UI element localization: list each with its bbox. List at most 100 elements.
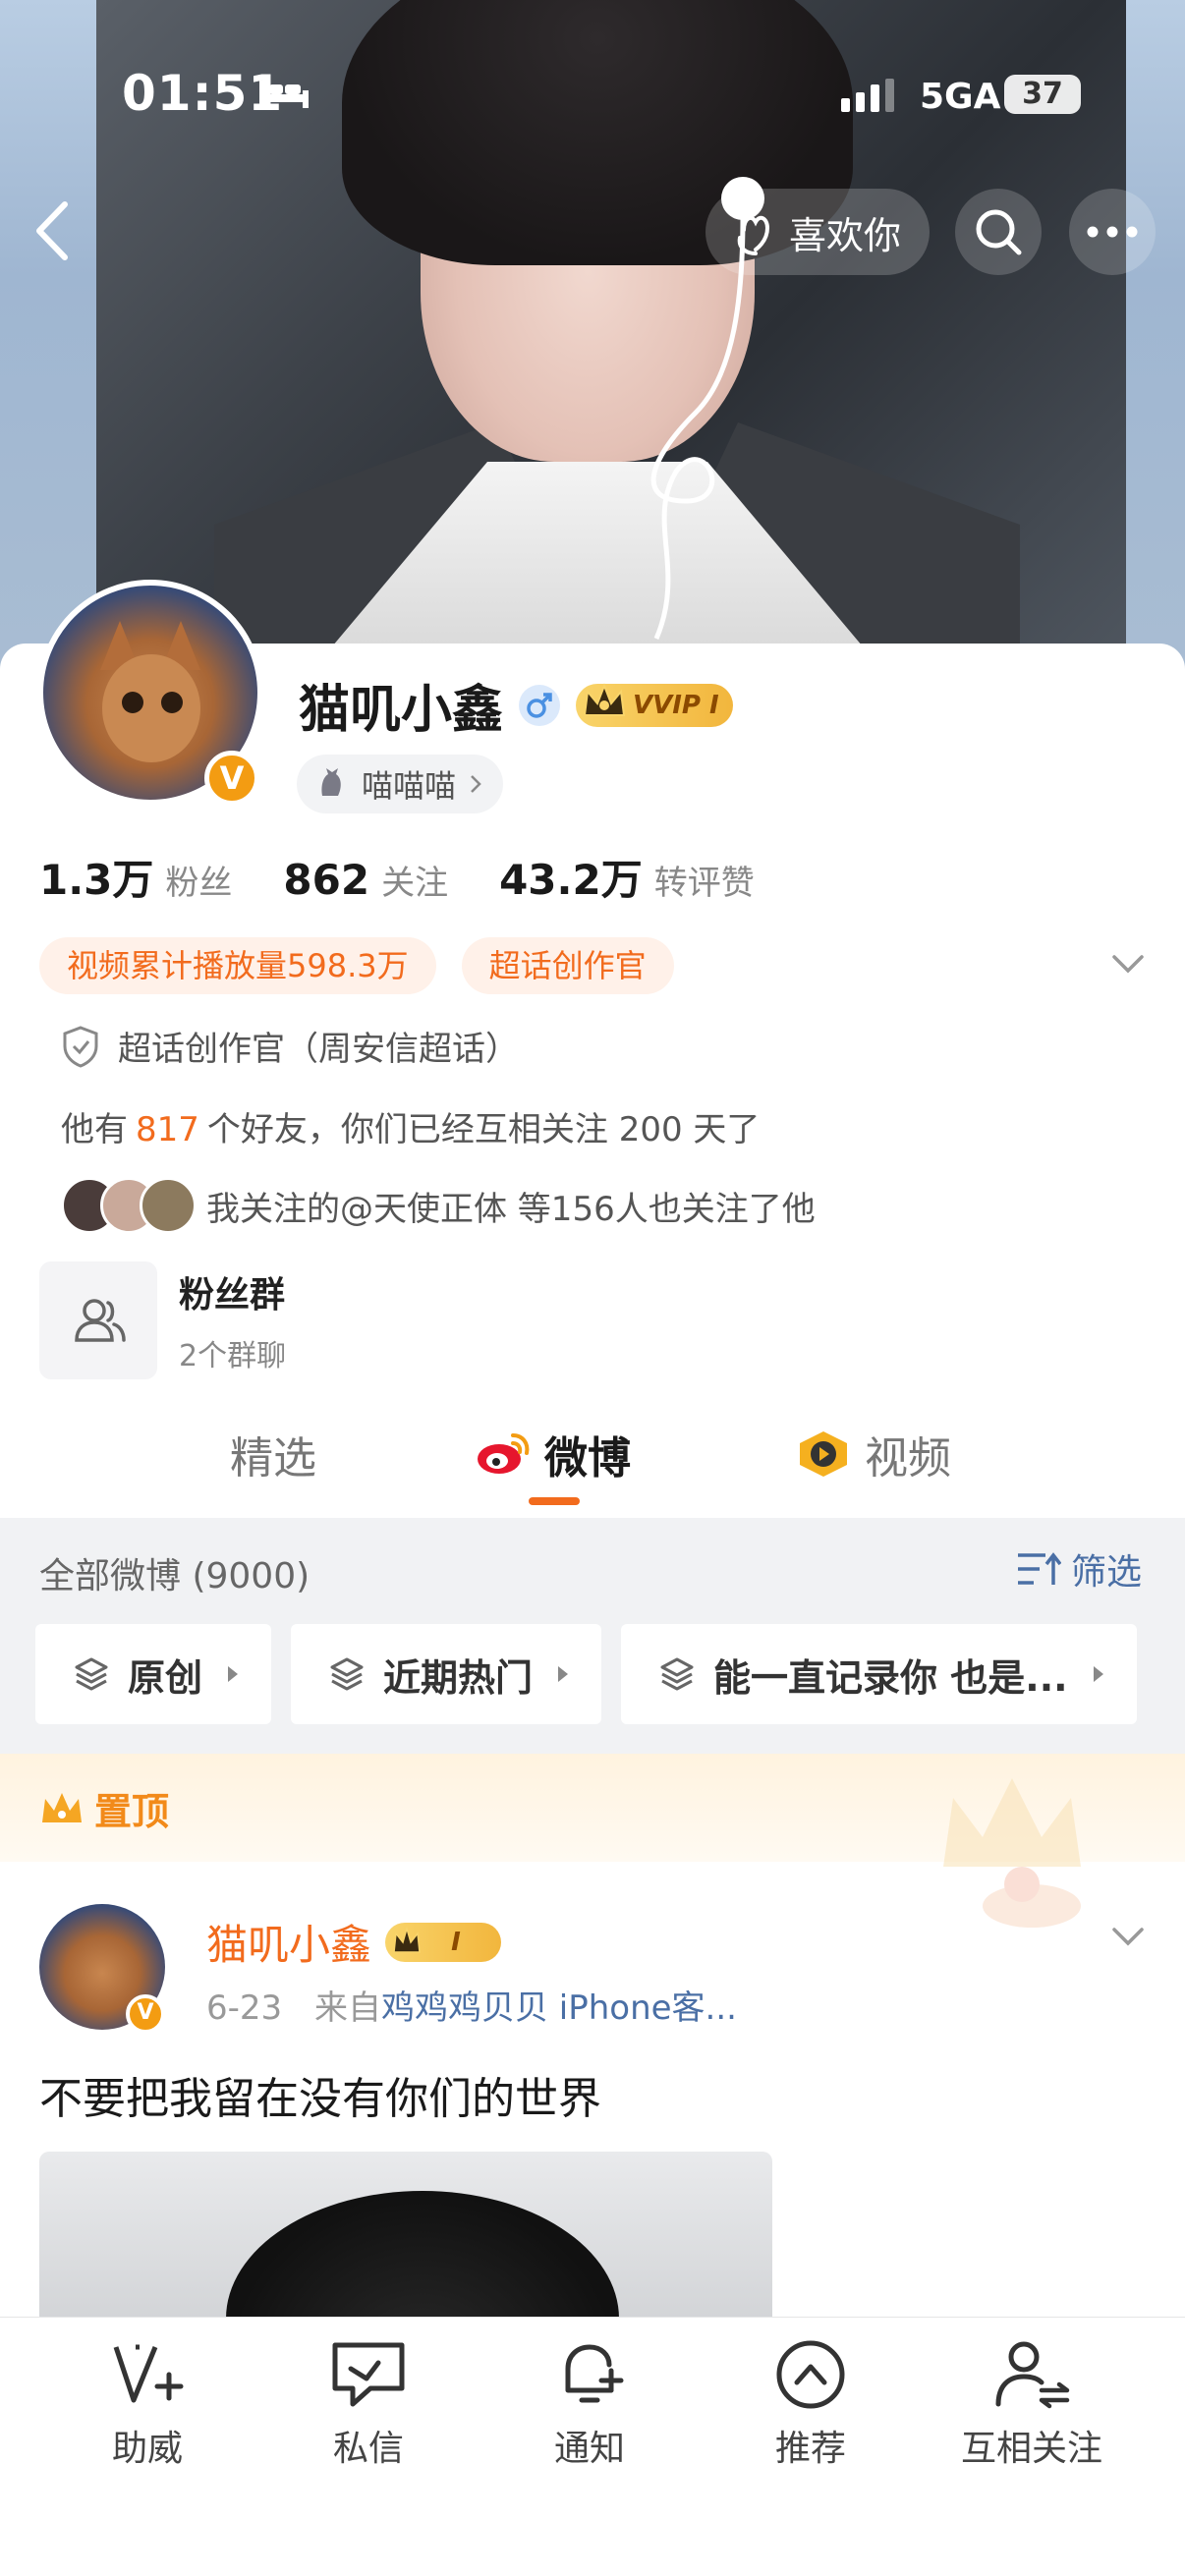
stat-following[interactable]: 862 关注 <box>283 856 448 904</box>
stat-number: 862 <box>283 856 370 904</box>
post-author-name[interactable]: 猫叽小鑫 <box>206 1912 371 1972</box>
mutual-follow-row[interactable]: 我关注的@天使正体 等156人也关注了他 <box>61 1177 816 1234</box>
layers-icon <box>75 1657 108 1691</box>
profile-tag-label: 喵喵喵 <box>362 767 457 805</box>
hand-heart-icon <box>737 215 769 255</box>
status-bar: 01:51 5GA 37 <box>0 0 1185 122</box>
caret-right-icon <box>558 1666 569 1682</box>
certification-text: 超话创作官（周安信超话） <box>118 1030 519 1069</box>
tab-weibo[interactable]: 微博 <box>476 1423 631 1485</box>
cellular-signal-icon <box>841 79 894 112</box>
layers-icon <box>660 1657 694 1691</box>
tab-video[interactable]: 视频 <box>796 1423 951 1485</box>
vvip-badge[interactable]: VVIP I <box>576 682 733 727</box>
notify-button[interactable]: 通知 <box>501 2335 678 2471</box>
video-play-icon <box>800 1431 847 1477</box>
filter-button[interactable]: 筛选 <box>1016 1543 1142 1595</box>
pinned-text: 置顶 <box>94 1790 170 1833</box>
chevron-down-icon[interactable] <box>1106 943 1150 986</box>
verified-v-badge: V <box>204 751 259 806</box>
vip-level: I <box>451 1927 461 1957</box>
video-plays-pill[interactable]: 视频累计播放量598.3万 <box>39 937 436 994</box>
stat-followers[interactable]: 1.3万 粉丝 <box>39 847 232 907</box>
bottom-bar-label: 推荐 <box>774 2429 846 2469</box>
bottom-bar-label: 通知 <box>553 2429 625 2469</box>
search-icon <box>976 209 1022 255</box>
profile-tag-chip[interactable]: 喵喵喵 <box>297 755 504 813</box>
decorative-crown-icon <box>943 1778 1081 1928</box>
chevron-right-icon <box>471 775 481 793</box>
achievement-pills: 视频累计播放量598.3万 超话创作官 <box>39 937 674 994</box>
active-tab-indicator <box>529 1497 580 1505</box>
tab-featured[interactable]: 精选 <box>230 1423 316 1485</box>
all-posts-count: 全部微博 (9000) <box>39 1556 310 1596</box>
cat-icon <box>321 768 341 796</box>
chip-collection[interactable]: 能一直记录你 也是... <box>621 1624 1137 1724</box>
friends-count: 817 <box>136 1110 199 1149</box>
caret-right-icon <box>228 1666 239 1682</box>
post-source[interactable]: 鸡鸡鸡贝贝 iPhone客... <box>381 1988 737 2028</box>
tab-label: 视频 <box>865 1433 951 1484</box>
tab-label: 微博 <box>544 1433 631 1484</box>
post-meta: 6-23 来自鸡鸡鸡贝贝 iPhone客... <box>206 1981 737 2029</box>
vip-badge[interactable]: I <box>385 1922 502 1962</box>
vvip-label: VVIP I <box>633 690 719 720</box>
more-dots-icon <box>1087 226 1138 238</box>
chip-recent-hot[interactable]: 近期热门 <box>291 1624 602 1724</box>
filter-sort-icon <box>1018 1552 1061 1585</box>
chevron-up-circle-icon <box>776 2340 845 2409</box>
friends-info[interactable]: 他有 817 个好友，你们已经互相关注 200 天了 <box>61 1102 760 1150</box>
male-gender-icon <box>519 684 561 726</box>
tab-label: 精选 <box>230 1433 316 1484</box>
crown-icon <box>42 1792 82 1822</box>
certification-row: 超话创作官（周安信超话） <box>61 1022 519 1070</box>
mutual-follow-text: 我关注的@天使正体 等156人也关注了他 <box>206 1189 816 1229</box>
bottom-bar-label: 助威 <box>111 2429 183 2469</box>
profile-name: 猫叽小鑫 <box>299 681 504 740</box>
profile-stats: 1.3万 粉丝 862 关注 43.2万 转评赞 <box>39 847 806 907</box>
filter-area: 全部微博 (9000) 筛选 原创 近期热门 能一直记录你 也是... <box>0 1518 1185 1754</box>
like-you-button[interactable]: 喜欢你 <box>705 189 930 275</box>
pinned-label: 置顶 <box>39 1781 169 1835</box>
post-author-row: 猫叽小鑫 I <box>206 1912 502 1972</box>
chip-original[interactable]: 原创 <box>35 1624 272 1724</box>
fan-group-entry[interactable]: 粉丝群 2个群聊 <box>39 1261 286 1379</box>
stat-interactions[interactable]: 43.2万 转评赞 <box>499 847 755 907</box>
battery-level: 37 <box>1004 75 1081 114</box>
post-source-prefix: 来自 <box>313 1988 381 2028</box>
chip-label: 能一直记录你 也是... <box>713 1655 1068 1700</box>
profile-tabs: 精选 微博 视频 <box>0 1375 1185 1515</box>
fan-group-subtitle: 2个群聊 <box>179 1339 287 1373</box>
mutual-follow-button[interactable]: 互相关注 <box>943 2335 1120 2471</box>
recommend-button[interactable]: 推荐 <box>722 2335 899 2471</box>
bottom-bar-label: 私信 <box>332 2429 404 2469</box>
network-type: 5GA <box>920 77 1001 117</box>
bottom-bar-label: 互相关注 <box>960 2429 1102 2469</box>
v-plus-icon <box>113 2344 184 2403</box>
avatar <box>140 1177 197 1234</box>
crown-icon <box>583 682 626 716</box>
fan-group-title: 粉丝群 <box>179 1275 286 1316</box>
profile-name-row: 猫叽小鑫 VVIP I <box>299 668 733 742</box>
sleep-focus-icon <box>259 81 309 108</box>
friends-suffix: 个好友，你们已经互相关注 200 天了 <box>206 1110 761 1149</box>
stat-number: 1.3万 <box>39 856 154 904</box>
message-button[interactable]: 私信 <box>280 2335 457 2471</box>
layers-icon <box>330 1657 364 1691</box>
more-button[interactable] <box>1069 189 1156 275</box>
weibo-logo-icon <box>478 1433 530 1474</box>
verified-v-badge: V <box>126 1994 165 2034</box>
cheer-button[interactable]: 助威 <box>59 2335 236 2471</box>
shield-check-icon <box>63 1025 98 1068</box>
chevron-down-icon[interactable] <box>1106 1916 1150 1959</box>
topic-creator-pill[interactable]: 超话创作官 <box>461 937 674 994</box>
stat-label: 关注 <box>381 864 449 903</box>
mutual-avatars <box>61 1177 198 1234</box>
back-arrow-icon[interactable] <box>28 196 79 265</box>
message-icon <box>332 2342 405 2407</box>
like-you-label: 喜欢你 <box>788 213 901 257</box>
mutual-follow-icon <box>995 2341 1070 2409</box>
chip-label: 近期热门 <box>383 1655 534 1700</box>
search-button[interactable] <box>955 189 1042 275</box>
friends-prefix: 他有 <box>61 1110 128 1149</box>
